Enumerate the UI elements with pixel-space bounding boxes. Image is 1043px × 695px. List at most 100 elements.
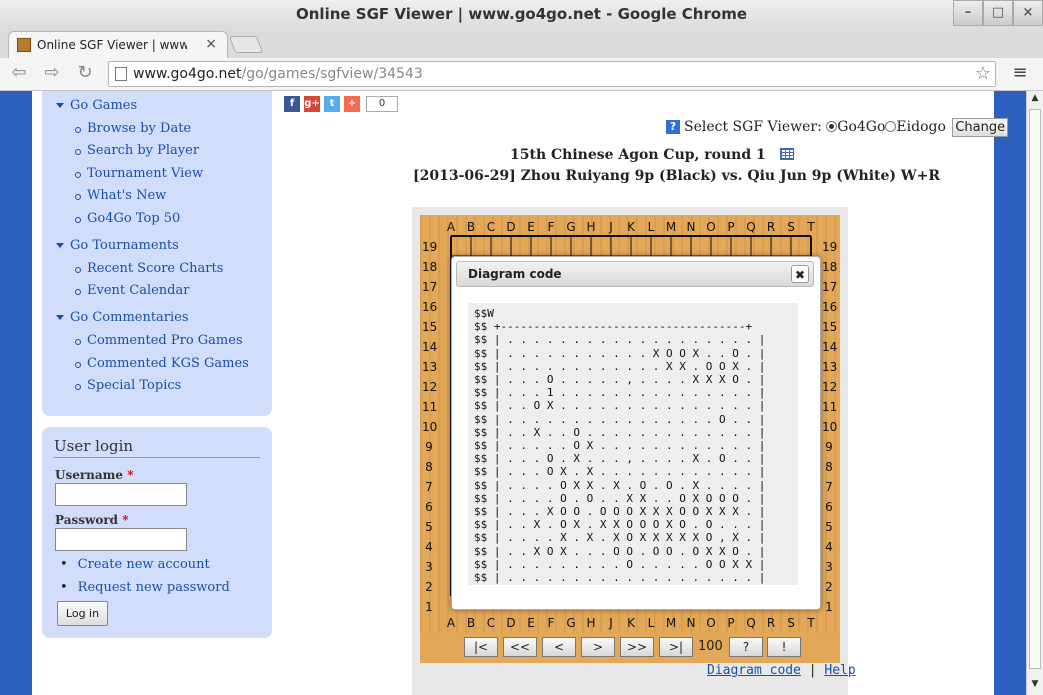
column-label: B	[466, 220, 476, 234]
back-10-button[interactable]: <<	[503, 637, 537, 657]
next-move-button[interactable]: >	[581, 637, 615, 657]
column-label: O	[706, 616, 716, 630]
minimize-button[interactable]: –	[953, 0, 983, 26]
column-label: M	[665, 616, 677, 630]
addthis-icon[interactable]: +	[344, 96, 360, 112]
tab-close-icon[interactable]: ×	[205, 36, 217, 52]
sidebar-item-event-calendar[interactable]: Event Calendar	[75, 283, 189, 298]
radio-go4go[interactable]	[826, 121, 838, 132]
username-field[interactable]	[55, 483, 187, 506]
diagram-code-line: $$ | . . X . O X . X X O O O X O . O . .…	[474, 518, 766, 532]
radio-eidogo[interactable]	[885, 121, 897, 132]
help-icon[interactable]: ?	[666, 120, 680, 134]
row-label: 7	[825, 480, 833, 494]
change-button[interactable]: Change	[952, 118, 1009, 137]
column-label: C	[486, 220, 496, 234]
row-label: 11	[422, 400, 438, 414]
column-label: T	[807, 220, 815, 234]
page-icon	[115, 67, 127, 81]
help-link[interactable]: Help	[824, 663, 855, 678]
page-viewport: Go Games Browse by Date Search by Player…	[0, 91, 1026, 695]
diagram-code-link[interactable]: Diagram code	[707, 663, 801, 678]
row-label: 17	[422, 280, 438, 294]
log-in-button[interactable]: Log in	[57, 601, 108, 626]
forward-10-button[interactable]: >>	[620, 637, 654, 657]
google-plus-icon[interactable]: g+	[304, 96, 320, 112]
address-bar[interactable]: www.go4go.net/go/games/sgfview/34543 ☆	[108, 61, 996, 87]
row-label: 18	[422, 260, 438, 274]
last-move-button[interactable]: >|	[659, 637, 693, 657]
hint-button[interactable]: !	[767, 637, 801, 657]
forward-icon[interactable]: ⇨	[41, 62, 63, 84]
sidebar-item-commented-pro-games[interactable]: Commented Pro Games	[75, 333, 243, 348]
row-label: 1	[425, 600, 433, 614]
user-login-block: User login Username * Password * Create …	[42, 427, 272, 638]
maximize-button[interactable]: □	[983, 0, 1013, 26]
column-label: M	[665, 220, 677, 234]
facebook-icon[interactable]: f	[284, 96, 300, 112]
row-label: 19	[422, 240, 438, 254]
menu-icon[interactable]: ≡	[1010, 62, 1030, 84]
row-label: 9	[425, 440, 433, 454]
scroll-up-icon[interactable]: ▲	[1027, 93, 1043, 107]
sidebar-item-go4go-top-50[interactable]: Go4Go Top 50	[75, 211, 180, 226]
sidebar-section-go-tournaments[interactable]: Go Tournaments	[56, 238, 179, 253]
column-label: G	[566, 220, 576, 234]
prev-move-button[interactable]: <	[542, 637, 576, 657]
diagram-code-line: $$ | . . . . . . . . . . . X O O X . . O…	[474, 346, 766, 360]
diagram-code-line: $$ +------------------------------------…	[474, 584, 752, 585]
sidebar-item-recent-score-charts[interactable]: Recent Score Charts	[75, 261, 223, 276]
go4go-favicon-icon	[17, 38, 31, 52]
twitter-icon[interactable]: t	[324, 96, 340, 112]
row-label: 10	[422, 420, 438, 434]
row-label: 4	[825, 540, 833, 554]
sidebar-item-special-topics[interactable]: Special Topics	[75, 378, 181, 393]
page-scrollbar[interactable]: ▲ ▼	[1026, 91, 1043, 695]
row-label: 7	[425, 480, 433, 494]
sidebar-item-commented-kgs-games[interactable]: Commented KGS Games	[75, 356, 249, 371]
browser-tab[interactable]: Online SGF Viewer | www. ×	[8, 31, 228, 58]
url-text[interactable]: www.go4go.net/go/games/sgfview/34543	[133, 66, 423, 82]
scrollbar-thumb[interactable]	[1029, 109, 1041, 669]
close-icon[interactable]: ✖	[791, 265, 809, 283]
password-field[interactable]	[55, 528, 187, 551]
reload-icon[interactable]: ↻	[74, 62, 96, 84]
share-count: 0	[366, 96, 398, 112]
first-move-button[interactable]: |<	[464, 637, 498, 657]
row-label: 11	[822, 400, 838, 414]
column-label: S	[787, 220, 795, 234]
sidebar-section-go-games[interactable]: Go Games	[56, 98, 137, 113]
sidebar-item-whats-new[interactable]: What's New	[75, 188, 166, 203]
column-label: Q	[746, 616, 756, 630]
radio-eidogo-label[interactable]: Eidogo	[896, 119, 945, 135]
table-icon[interactable]	[779, 148, 794, 160]
diagram-code-line: $$ | . . . . . . . . . O . . . . . O O X…	[474, 557, 766, 571]
scroll-down-icon[interactable]: ▼	[1027, 679, 1043, 693]
radio-go4go-label[interactable]: Go4Go	[837, 119, 885, 135]
dialog-title: Diagram code	[468, 267, 562, 281]
row-label: 2	[825, 580, 833, 594]
sidebar-item-tournament-view[interactable]: Tournament View	[75, 166, 203, 181]
star-icon[interactable]: ☆	[975, 63, 991, 84]
close-window-button[interactable]: ×	[1013, 0, 1043, 26]
column-label: E	[527, 220, 535, 234]
column-label: R	[766, 616, 776, 630]
request-password-link[interactable]: Request new password	[60, 580, 230, 595]
diagram-code-line: $$ | . . X . . O . . . . . . . . . . . .…	[474, 425, 766, 439]
window-controls: – □ ×	[953, 0, 1043, 26]
back-icon[interactable]: ⇦	[8, 62, 30, 84]
create-account-link[interactable]: Create new account	[60, 557, 210, 572]
sidebar-item-browse-by-date[interactable]: Browse by Date	[75, 121, 191, 136]
sidebar-item-search-by-player[interactable]: Search by Player	[75, 143, 199, 158]
column-label: K	[627, 220, 635, 234]
sidebar-section-go-commentaries[interactable]: Go Commentaries	[56, 310, 189, 325]
diagram-code-text[interactable]: $$W $$ +--------------------------------…	[468, 303, 798, 585]
help-button[interactable]: ?	[729, 637, 763, 657]
column-label: P	[727, 220, 735, 234]
column-label: L	[647, 616, 655, 630]
sidebar-navigation: Go Games Browse by Date Search by Player…	[42, 91, 272, 416]
row-label: 6	[825, 500, 833, 514]
new-tab-button[interactable]	[228, 36, 264, 53]
row-label: 3	[825, 560, 833, 574]
diagram-code-line: $$ | . . . . X . X . X O X X X X X O , X…	[474, 531, 766, 545]
